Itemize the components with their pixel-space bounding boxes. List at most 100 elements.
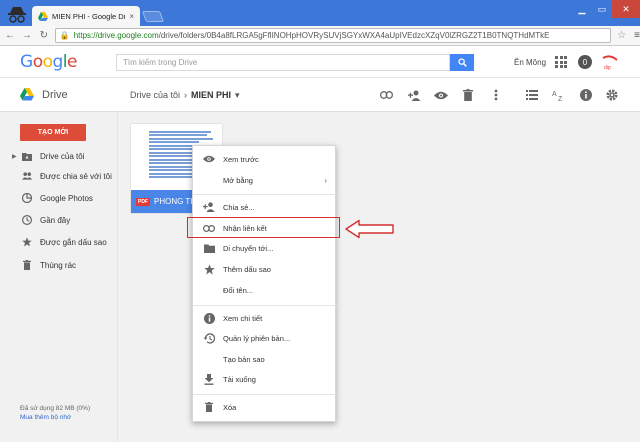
preview-eye-icon[interactable] <box>433 87 449 103</box>
menu-separator <box>193 394 337 395</box>
menu-item-download[interactable]: Tải xuống <box>193 369 337 389</box>
svg-text:Z: Z <box>558 96 563 101</box>
star-icon <box>22 237 32 247</box>
google-header: Google Tìm kiếm trong Drive Ên Mông 0 di… <box>0 46 640 78</box>
sidebar: TẠO MỚI ▶ Drive của tôi Được chia sẻ với… <box>0 112 118 442</box>
download-icon <box>203 373 215 385</box>
svg-text:dip: dip <box>604 65 611 71</box>
menu-item-manage-versions[interactable]: Quản lý phiên bản... <box>193 328 337 348</box>
sidebar-item-shared[interactable]: Được chia sẻ với tôi <box>0 166 118 186</box>
menu-item-label: Chia sẻ... <box>223 202 255 212</box>
sidebar-item-recent[interactable]: Gần đây <box>0 210 118 230</box>
settings-gear-icon[interactable] <box>604 87 620 103</box>
add-person-icon[interactable] <box>406 87 422 103</box>
sidebar-item-label: Được chia sẻ với tôi <box>40 171 112 181</box>
user-name[interactable]: Ên Mông <box>514 58 546 67</box>
search-input[interactable]: Tìm kiếm trong Drive <box>116 54 450 71</box>
apps-grid-icon[interactable] <box>555 56 567 68</box>
buy-storage-link[interactable]: Mua thêm bộ nhớ <box>20 413 90 422</box>
sidebar-item-starred[interactable]: Được gắn dấu sao <box>0 232 118 252</box>
more-options-icon[interactable] <box>488 87 504 103</box>
sidebar-item-my-drive[interactable]: ▶ Drive của tôi <box>0 146 118 166</box>
menu-item-label: Đổi tên... <box>223 285 254 295</box>
menu-item-label: Quản lý phiên bản... <box>223 333 291 343</box>
people-icon <box>22 171 32 181</box>
drive-title[interactable]: Drive <box>42 89 68 101</box>
menu-item-label: Tạo bản sao <box>223 354 265 364</box>
close-window-icon[interactable]: ✕ <box>612 0 640 18</box>
list-view-icon[interactable] <box>524 87 540 103</box>
menu-item-move-to[interactable]: Di chuyển tới... <box>193 238 337 258</box>
menu-item-label: Xem chi tiết <box>223 313 263 323</box>
pdf-icon: PDF <box>136 197 150 206</box>
menu-item-details[interactable]: Xem chi tiết <box>193 308 337 328</box>
trash-icon <box>22 260 32 270</box>
menu-item-label: Mở bằng <box>223 175 253 185</box>
delete-trash-icon[interactable] <box>460 87 476 103</box>
drive-logo-icon <box>20 88 34 101</box>
sidebar-item-label: Drive của tôi <box>40 151 85 161</box>
link-icon[interactable] <box>378 87 394 103</box>
search-button[interactable] <box>450 54 474 71</box>
sort-az-icon[interactable]: AZ <box>551 87 567 103</box>
star-icon <box>203 263 215 275</box>
breadcrumb: Drive của tôi › MIEN PHI ▾ <box>130 90 240 101</box>
avatar[interactable]: dip <box>600 52 620 72</box>
notifications-icon[interactable]: 0 <box>578 55 592 69</box>
annotation-arrow-icon <box>345 219 394 239</box>
menu-item-delete[interactable]: Xóa <box>193 397 337 417</box>
sidebar-item-photos[interactable]: Google Photos <box>0 188 118 208</box>
info-icon <box>203 312 215 324</box>
maximize-icon[interactable]: ▭ <box>592 0 612 18</box>
bookmark-star-icon[interactable]: ☆ <box>617 30 626 41</box>
new-button[interactable]: TẠO MỚI <box>20 124 86 141</box>
menu-item-add-star[interactable]: Thêm dấu sao <box>193 259 337 279</box>
menu-separator <box>193 305 337 306</box>
drive-favicon-icon <box>38 12 48 21</box>
google-logo[interactable]: Google <box>20 52 77 72</box>
photos-icon <box>22 193 32 203</box>
address-bar: ← → ↻ 🔒 https://drive.google.com/drive/f… <box>0 26 640 46</box>
menu-item-label: Tải xuống <box>223 374 256 384</box>
menu-item-make-copy[interactable]: Tạo bản sao <box>193 349 337 369</box>
breadcrumb-parent[interactable]: Drive của tôi <box>130 90 180 101</box>
tab-close-icon[interactable]: × <box>129 12 134 21</box>
add-person-icon <box>203 201 215 213</box>
back-icon[interactable]: ← <box>3 28 17 44</box>
browser-menu-icon[interactable]: ≡ <box>634 30 640 41</box>
reload-icon[interactable]: ↻ <box>37 28 51 44</box>
search-icon <box>457 58 467 67</box>
clock-icon <box>22 215 32 225</box>
highlight-box <box>187 217 340 238</box>
menu-item-label: Di chuyển tới... <box>223 243 274 253</box>
storage-used-text: Đã sử dụng 82 MB (0%) <box>20 405 91 412</box>
browser-tab[interactable]: MIEN PHI - Google Drive × <box>32 6 140 26</box>
drive-folder-icon <box>22 151 32 161</box>
sidebar-item-label: Được gắn dấu sao <box>40 237 107 247</box>
folder-icon <box>203 242 215 254</box>
info-icon[interactable] <box>578 87 594 103</box>
menu-item-label: Xóa <box>223 402 237 412</box>
storage-info: Đã sử dụng 82 MB (0%) Mua thêm bộ nhớ <box>20 404 90 422</box>
incognito-icon <box>8 7 26 23</box>
browser-tab-bar: MIEN PHI - Google Drive × ▁ ▭ ✕ <box>0 0 640 26</box>
sidebar-item-trash[interactable]: Thùng rác <box>0 255 118 275</box>
breadcrumb-current[interactable]: MIEN PHI <box>191 90 231 101</box>
minimize-icon[interactable]: ▁ <box>572 0 592 18</box>
forward-icon[interactable]: → <box>20 28 34 44</box>
eye-icon <box>203 153 215 165</box>
menu-item-open-with[interactable]: Mở bằng › <box>193 170 337 190</box>
menu-item-preview[interactable]: Xem trước <box>193 149 337 169</box>
menu-item-rename[interactable]: Đổi tên... <box>193 280 337 300</box>
trash-icon <box>203 401 215 413</box>
menu-item-share[interactable]: Chia sẻ... <box>193 197 337 217</box>
expand-caret-icon[interactable]: ▶ <box>12 153 17 160</box>
url-input[interactable]: 🔒 https://drive.google.com/drive/folders… <box>54 28 612 43</box>
lock-icon: 🔒 <box>59 31 70 40</box>
sidebar-item-label: Google Photos <box>40 193 93 203</box>
new-tab-button[interactable] <box>141 11 165 22</box>
menu-separator <box>193 194 337 195</box>
chevron-down-icon[interactable]: ▾ <box>235 90 240 101</box>
drive-toolbar: Drive Drive của tôi › MIEN PHI ▾ AZ <box>0 78 640 112</box>
submenu-chevron-icon: › <box>324 175 327 185</box>
